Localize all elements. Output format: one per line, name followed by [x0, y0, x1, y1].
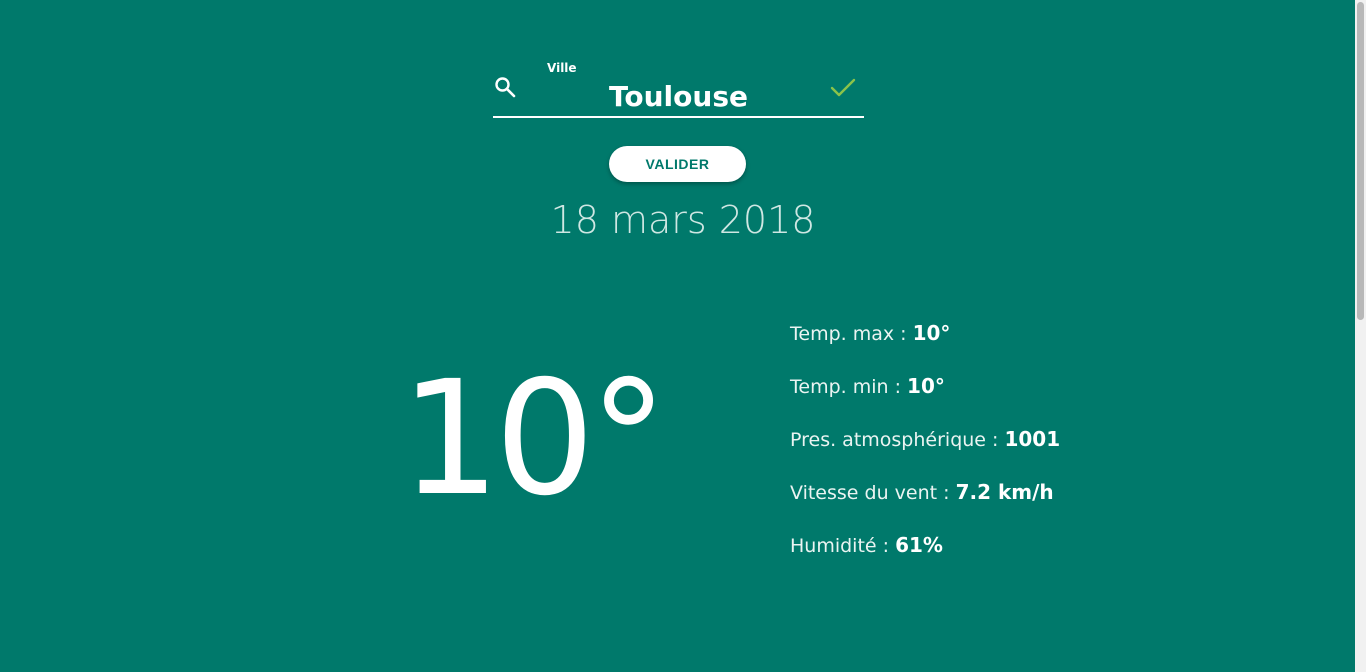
- detail-temp-min: Temp. min : 10°: [790, 373, 1170, 426]
- detail-label: Pres. atmosphérique :: [790, 429, 1005, 451]
- detail-label: Temp. max :: [790, 323, 913, 345]
- detail-value: 7.2 km/h: [955, 480, 1054, 504]
- search-icon: [495, 77, 516, 98]
- detail-label: Humidité :: [790, 535, 896, 557]
- detail-value: 10°: [907, 374, 945, 398]
- city-input-underline: [493, 116, 864, 118]
- forecast-date: 18 mars 2018: [550, 198, 816, 242]
- detail-wind-speed: Vitesse du vent : 7.2 km/h: [790, 479, 1170, 532]
- detail-pressure: Pres. atmosphérique : 1001: [790, 426, 1170, 479]
- detail-value: 10°: [912, 321, 951, 345]
- validate-button[interactable]: VALIDER: [609, 146, 746, 182]
- scrollbar-thumb[interactable]: [1357, 2, 1364, 320]
- city-field-label: Ville: [547, 61, 577, 75]
- detail-label: Vitesse du vent :: [790, 482, 956, 504]
- detail-label: Temp. min :: [790, 376, 908, 398]
- city-search-field[interactable]: Ville: [493, 56, 864, 119]
- weather-details: Temp. max : 10° Temp. min : 10° Pres. at…: [790, 320, 1170, 585]
- detail-value: 61%: [895, 533, 943, 557]
- city-input[interactable]: [523, 76, 834, 116]
- check-icon: [830, 78, 856, 97]
- current-temperature: 10°: [400, 347, 668, 531]
- page-scrollbar[interactable]: [1355, 0, 1366, 672]
- detail-temp-max: Temp. max : 10°: [790, 320, 1170, 373]
- detail-humidity: Humidité : 61%: [790, 532, 1170, 585]
- detail-value: 1001: [1004, 427, 1061, 451]
